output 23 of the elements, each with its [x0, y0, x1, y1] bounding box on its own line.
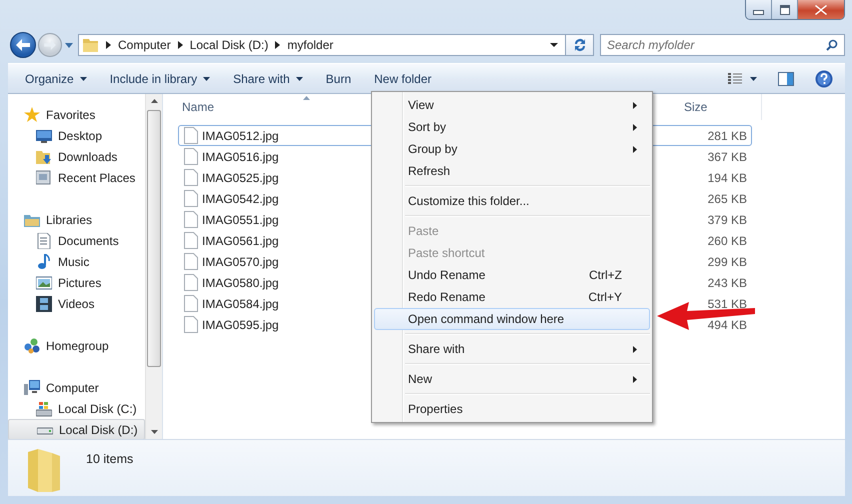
file-name: IMAG0580.jpg [202, 276, 279, 290]
shortcut-text: Ctrl+Z [589, 268, 622, 282]
file-name: IMAG0542.jpg [202, 192, 279, 206]
file-size: 260 KB [708, 234, 748, 248]
file-size: 194 KB [708, 170, 748, 184]
file-size: 494 KB [708, 318, 748, 332]
file-name: IMAG0595.jpg [202, 318, 279, 332]
file-name: IMAG0561.jpg [202, 234, 279, 248]
file-name: IMAG0525.jpg [202, 170, 279, 184]
shortcut-text: Ctrl+Y [588, 290, 622, 304]
file-size: 531 KB [708, 296, 748, 310]
file-size: 379 KB [708, 212, 748, 226]
file-size: 299 KB [708, 254, 748, 268]
file-name: IMAG0584.jpg [202, 296, 279, 310]
file-name: IMAG0551.jpg [202, 212, 279, 226]
file-size: 265 KB [708, 192, 748, 206]
item-count: 10 items [86, 452, 134, 466]
file-size: 367 KB [708, 150, 748, 164]
file-name: IMAG0516.jpg [202, 150, 279, 164]
file-size: 243 KB [708, 276, 748, 290]
file-size: 281 KB [708, 128, 748, 142]
file-name: IMAG0512.jpg [202, 128, 279, 142]
file-name: IMAG0570.jpg [202, 254, 279, 268]
